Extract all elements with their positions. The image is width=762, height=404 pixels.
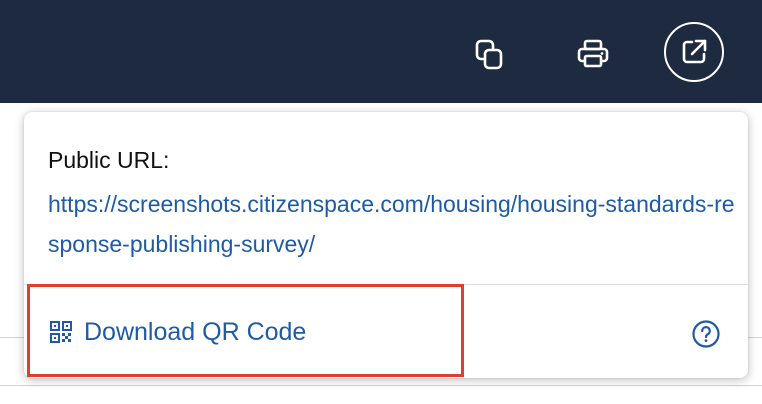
download-qr-code-button[interactable]: Download QR Code [50, 316, 306, 348]
background-divider-bottom [0, 385, 762, 386]
top-bar [0, 0, 762, 103]
help-icon[interactable] [692, 320, 720, 348]
download-qr-code-label: Download QR Code [84, 318, 307, 346]
external-link-icon [682, 39, 707, 64]
background-divider-left [0, 337, 24, 338]
public-url-label: Public URL: [48, 147, 170, 173]
public-url-link[interactable]: https://screenshots.citizenspace.com/hou… [48, 184, 738, 264]
share-popover: Public URL: https://screenshots.citizens… [24, 112, 748, 378]
popover-divider [24, 284, 748, 285]
background-divider-right [748, 337, 762, 338]
print-icon [577, 39, 609, 68]
copy-button[interactable] [466, 31, 512, 77]
copy-icon [475, 39, 503, 70]
qr-code-icon [50, 321, 72, 343]
share-button[interactable] [664, 22, 724, 82]
print-button[interactable] [570, 31, 616, 77]
